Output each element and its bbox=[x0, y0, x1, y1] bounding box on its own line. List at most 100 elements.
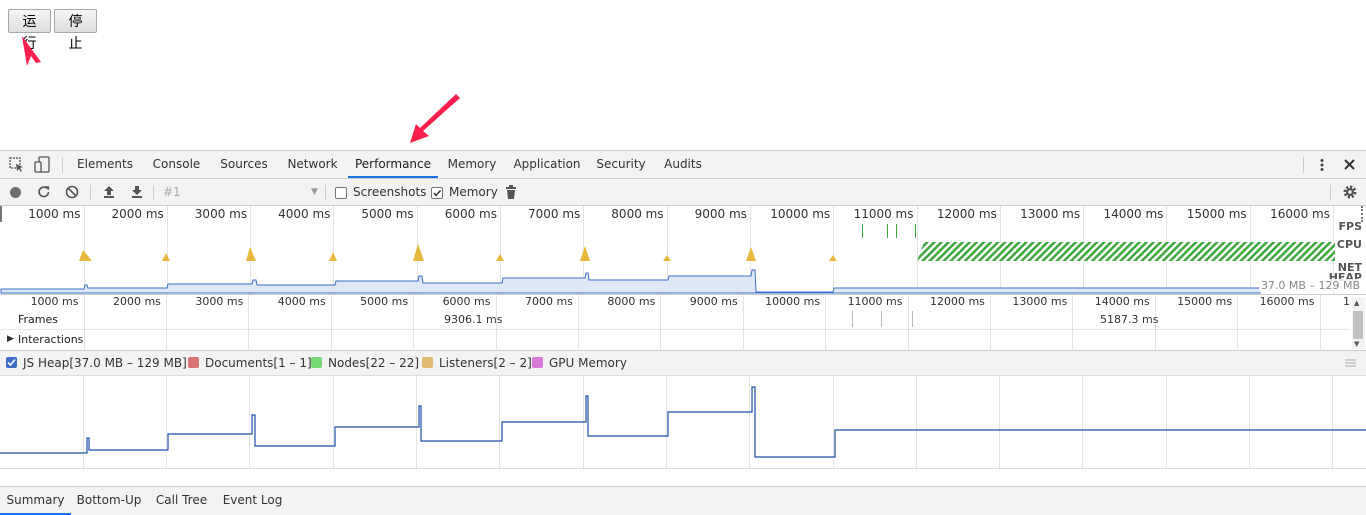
interactions-label[interactable]: Interactions bbox=[18, 333, 83, 346]
timeline-overview[interactable]: 1000 ms 2000 ms 3000 ms 4000 ms 5000 ms 6000 … bbox=[0, 206, 1366, 295]
legend-item[interactable]: Documents[1 – 1] bbox=[188, 356, 312, 370]
flamechart-gridline bbox=[165, 295, 167, 350]
trash-icon[interactable] bbox=[505, 185, 517, 199]
legend-label: Documents[1 – 1] bbox=[205, 356, 312, 370]
legend-swatch[interactable] bbox=[188, 357, 199, 368]
memory-chart[interactable] bbox=[0, 376, 1366, 469]
drag-handle-icon[interactable] bbox=[1345, 359, 1357, 367]
frames-label: Frames bbox=[18, 313, 59, 326]
cpu-hatched-region bbox=[917, 242, 1335, 261]
screenshots-checkbox[interactable] bbox=[335, 187, 347, 199]
legend-item[interactable]: JS Heap[37.0 MB – 129 MB] bbox=[6, 356, 187, 370]
memory-chart-svg bbox=[0, 376, 1366, 468]
close-icon[interactable] bbox=[1343, 158, 1356, 171]
expand-triangle-icon[interactable]: ▶ bbox=[7, 334, 14, 344]
flamechart-gridline bbox=[660, 295, 662, 350]
clear-icon[interactable] bbox=[65, 185, 79, 199]
flamechart-tick-label: 3000 ms bbox=[195, 295, 244, 308]
tab-memory[interactable]: Memory bbox=[443, 151, 501, 178]
flamechart-gridline bbox=[83, 295, 85, 350]
frame-duration[interactable]: 9306.1 ms bbox=[444, 313, 502, 326]
gear-icon[interactable] bbox=[1342, 184, 1358, 200]
tab-sources[interactable]: Sources bbox=[214, 151, 274, 178]
legend-swatch[interactable] bbox=[532, 357, 543, 368]
flamechart-tick-label: 12000 ms bbox=[929, 295, 985, 308]
tab-network[interactable]: Network bbox=[281, 151, 344, 178]
tab-console[interactable]: Console bbox=[145, 151, 208, 178]
checkmark-icon bbox=[433, 189, 442, 197]
frame-duration[interactable]: 5187.3 ms bbox=[1100, 313, 1158, 326]
legend-label: Listeners[2 – 2] bbox=[439, 356, 532, 370]
memory-gridlines bbox=[83, 376, 1333, 468]
arrow-run bbox=[22, 36, 41, 66]
fps-bars bbox=[862, 224, 916, 238]
record-icon[interactable] bbox=[9, 186, 22, 199]
flamechart-tick-label: 5000 ms bbox=[360, 295, 409, 308]
flamechart-tick-label: 14000 ms bbox=[1094, 295, 1150, 308]
memory-label: Memory bbox=[449, 185, 498, 199]
heap-range-label: 37.0 MB – 129 MB bbox=[1258, 279, 1362, 292]
flamechart-tick-label: 4000 ms bbox=[277, 295, 326, 308]
legend-label: Nodes[22 – 22] bbox=[328, 356, 420, 370]
details-tabs: Summary Bottom-Up Call Tree Event Log bbox=[0, 486, 1366, 515]
legend-checkbox[interactable] bbox=[6, 357, 17, 368]
legend-swatch[interactable] bbox=[311, 357, 322, 368]
inspect-element-icon[interactable] bbox=[9, 157, 25, 173]
flamechart-tick-label: 15000 ms bbox=[1177, 295, 1233, 308]
legend-label: JS Heap[37.0 MB – 129 MB] bbox=[23, 356, 187, 370]
separator bbox=[62, 157, 63, 173]
tab-security[interactable]: Security bbox=[592, 151, 650, 178]
memory-checkbox[interactable] bbox=[431, 187, 443, 199]
scrollbar-thumb[interactable] bbox=[1353, 311, 1363, 339]
device-toolbar-icon[interactable] bbox=[34, 156, 52, 174]
arrow-performance bbox=[410, 94, 460, 143]
frame-marker bbox=[912, 311, 913, 327]
flamechart-tick-label: 9000 ms bbox=[689, 295, 738, 308]
legend-swatch[interactable] bbox=[422, 357, 433, 368]
heap-overview-area bbox=[0, 269, 1261, 294]
load-profile-icon[interactable] bbox=[102, 185, 116, 199]
tab-audits[interactable]: Audits bbox=[658, 151, 708, 178]
flamechart-tick-label: 7000 ms bbox=[524, 295, 573, 308]
flamechart-tick-label: 1000 ms bbox=[30, 295, 79, 308]
flamechart-gridline bbox=[248, 295, 250, 350]
tab-elements[interactable]: Elements bbox=[71, 151, 139, 178]
legend-item[interactable]: GPU Memory bbox=[532, 356, 627, 370]
save-profile-icon[interactable] bbox=[130, 185, 144, 199]
tab-application[interactable]: Application bbox=[509, 151, 585, 178]
tab-event-log[interactable]: Event Log bbox=[219, 487, 286, 515]
more-options-icon[interactable] bbox=[1316, 158, 1328, 172]
flamechart-tick-label: 11000 ms bbox=[847, 295, 903, 308]
tab-summary[interactable]: Summary bbox=[0, 487, 71, 515]
separator bbox=[1330, 185, 1331, 200]
flamechart-tick-label: 8000 ms bbox=[607, 295, 656, 308]
legend-item[interactable]: Nodes[22 – 22] bbox=[311, 356, 419, 370]
scroll-down-icon[interactable]: ▼ bbox=[1354, 340, 1359, 348]
flamechart-gridline bbox=[742, 295, 744, 350]
flamechart-gridline bbox=[989, 295, 991, 350]
tab-performance[interactable]: Performance bbox=[348, 151, 438, 178]
reload-record-icon[interactable] bbox=[37, 185, 51, 199]
flamechart-gridline bbox=[907, 295, 909, 350]
chevron-down-icon[interactable]: ▼ bbox=[311, 179, 318, 205]
overview-graphs bbox=[0, 224, 1335, 294]
flamechart-gridline bbox=[1072, 295, 1074, 350]
flamechart-gridline bbox=[1237, 295, 1239, 350]
flamechart-tick-label: 10000 ms bbox=[765, 295, 821, 308]
flamechart-area[interactable]: 1000 ms 2000 ms 3000 ms 4000 ms 5000 ms 6000 … bbox=[0, 295, 1366, 351]
legend-item[interactable]: Listeners[2 – 2] bbox=[422, 356, 532, 370]
profile-select[interactable]: #1 bbox=[163, 179, 181, 205]
tab-bottom-up[interactable]: Bottom-Up bbox=[75, 487, 143, 515]
frame-marker bbox=[852, 311, 853, 327]
flamechart-gridline bbox=[825, 295, 827, 350]
flamechart-tick-label: 13000 ms bbox=[1012, 295, 1068, 308]
tab-call-tree[interactable]: Call Tree bbox=[150, 487, 213, 515]
vertical-scrollbar[interactable]: ▲ ▼ bbox=[1352, 297, 1365, 349]
scroll-up-icon[interactable]: ▲ bbox=[1354, 299, 1359, 307]
frame-marker bbox=[881, 311, 882, 327]
separator bbox=[1303, 157, 1304, 173]
devtools-panel: Elements Console Sources Network Perform… bbox=[0, 150, 1366, 515]
row-divider bbox=[0, 329, 1350, 330]
flamechart-tick-label: 2000 ms bbox=[112, 295, 161, 308]
performance-toolbar: #1 ▼ Screenshots Memory bbox=[0, 179, 1366, 206]
